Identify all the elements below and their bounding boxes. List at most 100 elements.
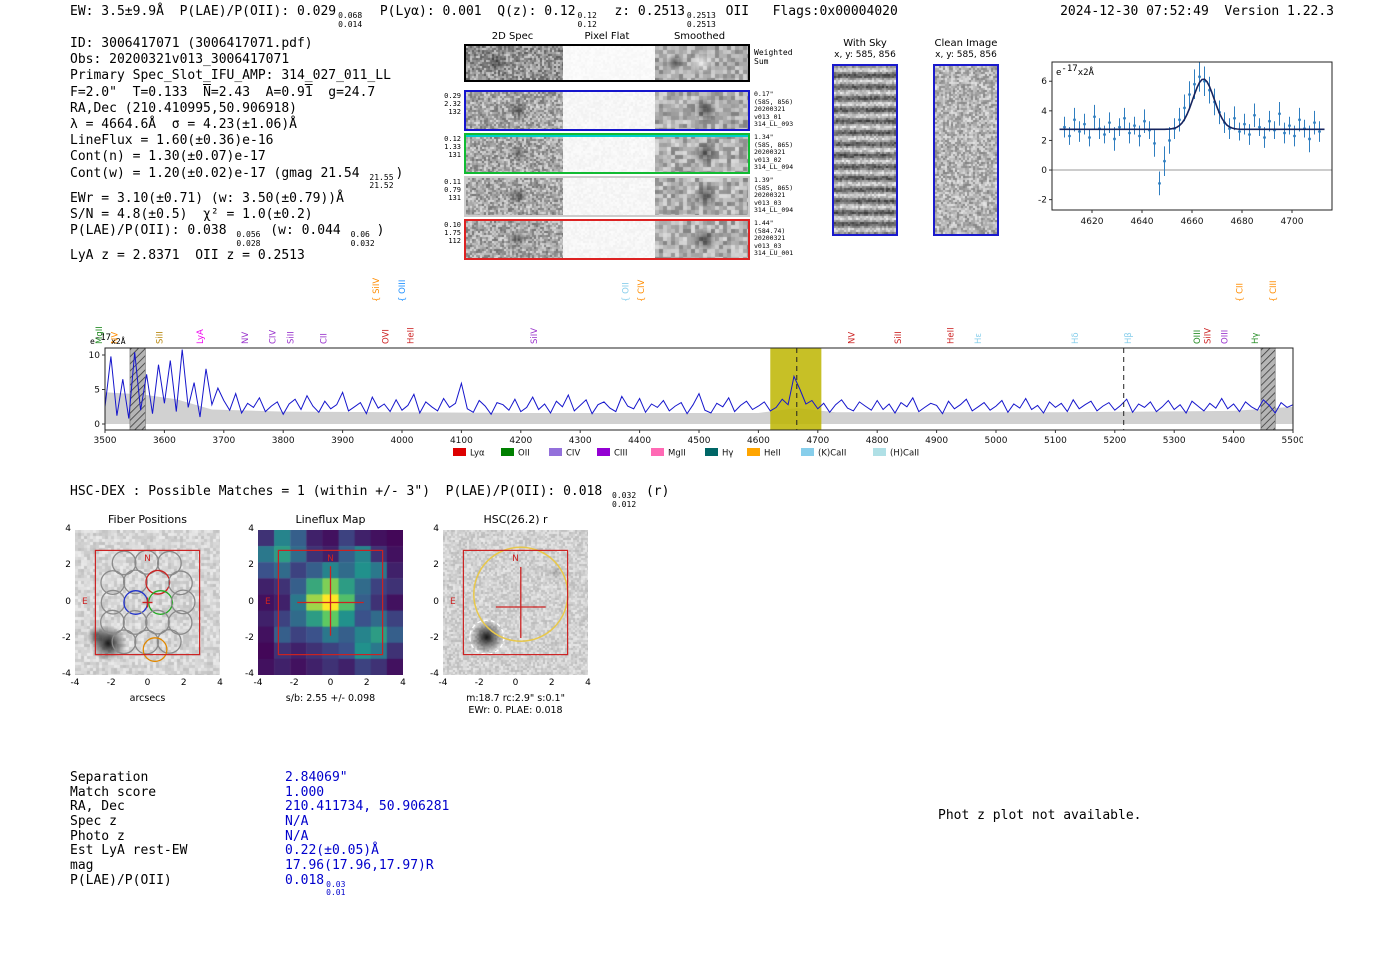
emission-line-label: Hγ <box>1251 333 1261 344</box>
svg-text:3900: 3900 <box>331 436 354 446</box>
fiber-id-labels: 1.44" (584.74) 20200321 v013_03 314_LU_001 <box>754 220 832 258</box>
lineflux-map-image: NE <box>258 530 403 675</box>
hsc-r-image: NE <box>443 530 588 675</box>
north-compass-label: N <box>512 554 519 564</box>
fiber-positions-image: NE <box>75 530 220 675</box>
match-table-row: RA, Dec 210.411734, 50.906281 <box>70 799 449 814</box>
svg-text:3700: 3700 <box>212 436 235 446</box>
east-compass-label: E <box>450 597 456 607</box>
x-axis-tick-label: 0 <box>506 678 526 688</box>
svg-text:4700: 4700 <box>806 436 829 446</box>
match-field-label: Match score <box>70 785 285 800</box>
info-line-sn-chi2: S/N = 4.8(±0.5) χ² = 1.0(±0.2) <box>70 207 403 223</box>
flux-units-label: e-17x2Å <box>1056 64 1094 78</box>
svg-text:3500: 3500 <box>94 436 117 446</box>
match-field-value: 0.018 <box>285 873 324 888</box>
lineflux-map-overlay: NE <box>258 530 403 675</box>
spec2d-fiber-row <box>464 176 750 217</box>
emission-line-label: LyA <box>196 329 206 344</box>
col-title-smoothed: Smoothed <box>653 31 746 42</box>
spec2d-fiber-row <box>464 90 750 131</box>
match-field-value: 0.22(±0.05)Å <box>285 843 379 858</box>
y-axis-tick-label: -2 <box>47 633 71 643</box>
svg-text:4600: 4600 <box>747 436 770 446</box>
x-axis-tick-label: -4 <box>433 678 453 688</box>
svg-text:4660: 4660 <box>1181 217 1204 227</box>
emission-line-label: SiIV <box>1203 328 1213 344</box>
svg-text:3600: 3600 <box>153 436 176 446</box>
emission-line-label: Hβ <box>1124 332 1134 344</box>
emission-line-label: SiII <box>286 331 296 344</box>
photz-unavailable-note: Phot z plot not available. <box>938 808 1142 823</box>
match-table-row: Photo z N/A <box>70 829 449 844</box>
match-field-label: Spec z <box>70 814 285 829</box>
x-axis-tick-label: 0 <box>138 678 158 688</box>
hsc-r-overlay: NE <box>443 530 588 675</box>
emission-line-label: CII <box>320 333 330 344</box>
svg-text:4900: 4900 <box>925 436 948 446</box>
weighted-sum-row <box>464 44 750 82</box>
with-sky-coords: x, y: 585, 856 <box>820 50 910 60</box>
col-title-2d-spec: 2D Spec <box>464 31 561 42</box>
emission-line-label: OIII <box>1193 330 1203 344</box>
x-axis-tick-label: 2 <box>174 678 194 688</box>
svg-text:5200: 5200 <box>1103 436 1126 446</box>
fiber-weight-labels: 0.10 1.75 112 <box>440 221 461 245</box>
match-field-label: P(LAE)/P(OII) <box>70 873 285 888</box>
match-table-row: P(LAE)/P(OII) 0.018 0.03 0.01 <box>70 873 449 888</box>
emission-line-label: OIII <box>1221 330 1231 344</box>
emission-line-label: Hδ <box>1071 332 1081 344</box>
spec2d-smooth-image <box>655 92 748 129</box>
svg-text:5300: 5300 <box>1163 436 1186 446</box>
svg-text:4200: 4200 <box>509 436 532 446</box>
spec2d-flat-image <box>563 221 655 258</box>
spec2d-spec-image <box>466 178 563 215</box>
y-axis-tick-label: 0 <box>415 597 439 607</box>
weighted-sum-label: Weighted Sum <box>754 48 793 66</box>
x-axis-label: arcsecs <box>55 693 240 704</box>
y-axis-tick-label: 4 <box>415 524 439 534</box>
spec2d-flat-image <box>563 178 655 215</box>
with-sky-image-frame <box>832 64 898 236</box>
clean-image-frame <box>933 64 999 236</box>
spec2d-spec-image <box>466 135 563 172</box>
fiber-positions-overlay: NE <box>75 530 220 675</box>
match-table-row: Spec z N/A <box>70 814 449 829</box>
legend-entry: Lyα <box>470 449 485 459</box>
timestamp-version: 2024-12-30 07:52:49 Version 1.22.3 <box>1060 4 1334 19</box>
panel-title: Lineflux Map <box>258 513 403 526</box>
emission-line-label: { SiIV <box>372 278 382 302</box>
match-table-row: Est LyA rest-EW 0.22(±0.05)Å <box>70 843 449 858</box>
x-axis-tick-label: -2 <box>284 678 304 688</box>
y-axis-tick-label: -2 <box>230 633 254 643</box>
clean-image <box>935 66 997 234</box>
info-line-cont-w: Cont(w) = 1.20(±0.02)e-17 (gmag 21.54 21… <box>70 166 403 191</box>
svg-text:3800: 3800 <box>272 436 295 446</box>
svg-text:0: 0 <box>1041 166 1047 176</box>
legend-entry: (K)CaII <box>818 449 846 459</box>
svg-text:2: 2 <box>1041 136 1047 146</box>
y-axis-tick-label: -2 <box>415 633 439 643</box>
match-field-label: RA, Dec <box>70 799 285 814</box>
match-field-label: Separation <box>70 770 285 785</box>
svg-text:5100: 5100 <box>1044 436 1067 446</box>
emission-line-label: { CII <box>1236 283 1246 302</box>
x-axis-tick-label: -2 <box>469 678 489 688</box>
plus-minus-range: 0.032 0.012 <box>612 492 636 509</box>
spec2d-spec-image <box>466 92 563 129</box>
emission-line-label: HeII <box>406 327 416 344</box>
svg-text:-2: -2 <box>1038 196 1047 206</box>
fiber-id-labels: 1.34" (585, 865) 20200321 v013_02 314_LL_094 <box>754 134 832 172</box>
hsc-r-cutout-panel: HSC(26.2) r NE m:18.7 rc:2.9" s:0.1" EWr… <box>411 505 611 725</box>
info-line-plae-poii: P(LAE)/P(OII): 0.038 0.056 0.028 (w: 0.04… <box>70 223 403 248</box>
info-line-redshifts: LyA z = 2.8371 OII z = 0.2513 <box>70 248 403 264</box>
emission-line-label: Hε <box>974 333 984 344</box>
weighted-smoothed-image <box>655 46 748 80</box>
x-axis-tick-label: 2 <box>542 678 562 688</box>
spec2d-smooth-image <box>655 178 748 215</box>
legend-entry: Hγ <box>722 449 733 459</box>
spec2d-flat-image <box>563 92 655 129</box>
info-line-lineflux: LineFlux = 1.60(±0.36)e-16 <box>70 133 403 149</box>
info-line-seeing: F=2.0" T=0.133 N=2.43 A=0.91 g=24.7 <box>70 85 403 101</box>
svg-text:4300: 4300 <box>569 436 592 446</box>
